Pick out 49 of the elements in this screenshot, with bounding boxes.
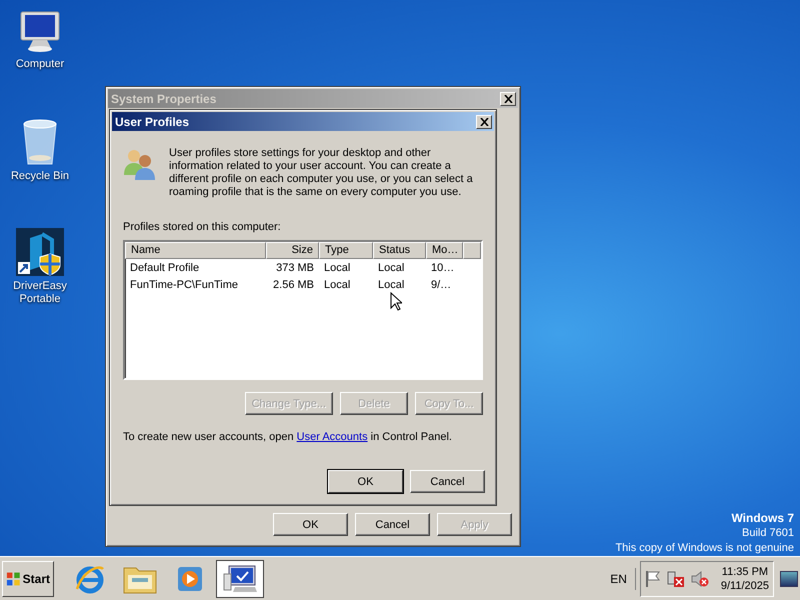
mouse-pointer-icon xyxy=(390,292,402,311)
windows-logo-icon xyxy=(6,570,21,586)
table-cell-text: 9/… xyxy=(430,278,452,290)
close-button[interactable] xyxy=(476,114,492,128)
language-indicator[interactable]: EN xyxy=(610,568,636,590)
watermark-text: Windows 7 xyxy=(731,511,794,526)
network-error-icon[interactable] xyxy=(666,570,685,588)
computer-icon xyxy=(223,564,257,594)
list-label: Profiles stored on this computer: xyxy=(123,221,282,234)
column-header[interactable]: Name xyxy=(125,242,266,259)
dialog-title: User Profiles xyxy=(115,114,190,128)
desktop-icon-label[interactable]: Computer xyxy=(5,58,75,71)
column-header[interactable]: Type xyxy=(319,242,373,259)
close-icon xyxy=(480,118,488,126)
column-header[interactable]: Mo… xyxy=(426,242,463,259)
dialog-button[interactable]: Cancel xyxy=(410,470,485,493)
close-button[interactable] xyxy=(500,92,516,106)
table-cell-text: Default Profile xyxy=(129,262,200,274)
taskbar-app-button[interactable] xyxy=(216,560,264,598)
table-cell-text: Local xyxy=(323,262,352,274)
column-header[interactable]: Status xyxy=(373,242,426,259)
start-button[interactable]: Start xyxy=(2,560,54,596)
flag-icon[interactable] xyxy=(644,570,661,588)
table-cell-text: 373 MB xyxy=(275,262,315,274)
user-accounts-link[interactable]: User Accounts xyxy=(296,431,368,443)
table-cell-text: 10… xyxy=(430,262,456,274)
close-icon xyxy=(504,94,512,102)
desktop-icon-label[interactable]: Recycle Bin xyxy=(5,170,75,183)
table-cell-text: Local xyxy=(377,278,406,290)
desktop-icon-label[interactable]: DriverEasy Portable xyxy=(5,280,75,306)
column-header[interactable]: Size xyxy=(266,242,319,259)
dialog-button[interactable]: Cancel xyxy=(355,513,430,536)
users-icon xyxy=(123,147,157,181)
table-cell-text: Local xyxy=(323,278,352,290)
table-cell-text: 2.56 MB xyxy=(272,278,315,290)
footer-text: To create new user accounts, open User Accounts in Control Panel. xyxy=(123,431,453,444)
watermark-text: Build 7601 xyxy=(742,526,794,541)
show-desktop-button[interactable] xyxy=(780,570,798,586)
clock-time[interactable]: 11:35 PM xyxy=(722,564,768,578)
clock-date[interactable]: 9/11/2025 xyxy=(720,578,769,592)
description-text: User profiles store settings for your desktop and other information related to your user account. You can create a different profile on each computer you use, or you can select a roaming profile that is the same on every computer you use. xyxy=(169,147,474,199)
window-title: System Properties xyxy=(111,92,216,106)
dialog-button[interactable]: OK xyxy=(273,513,348,536)
watermark-text: This copy of Windows is not genuine xyxy=(615,541,794,556)
app-shortcut-icon xyxy=(16,228,64,276)
table-cell-text: Local xyxy=(377,262,406,274)
dialog-button[interactable]: OK xyxy=(328,470,403,493)
table-cell-text: FunTime-PC\FunTime xyxy=(129,278,239,290)
speaker-muted-icon[interactable] xyxy=(690,570,709,588)
